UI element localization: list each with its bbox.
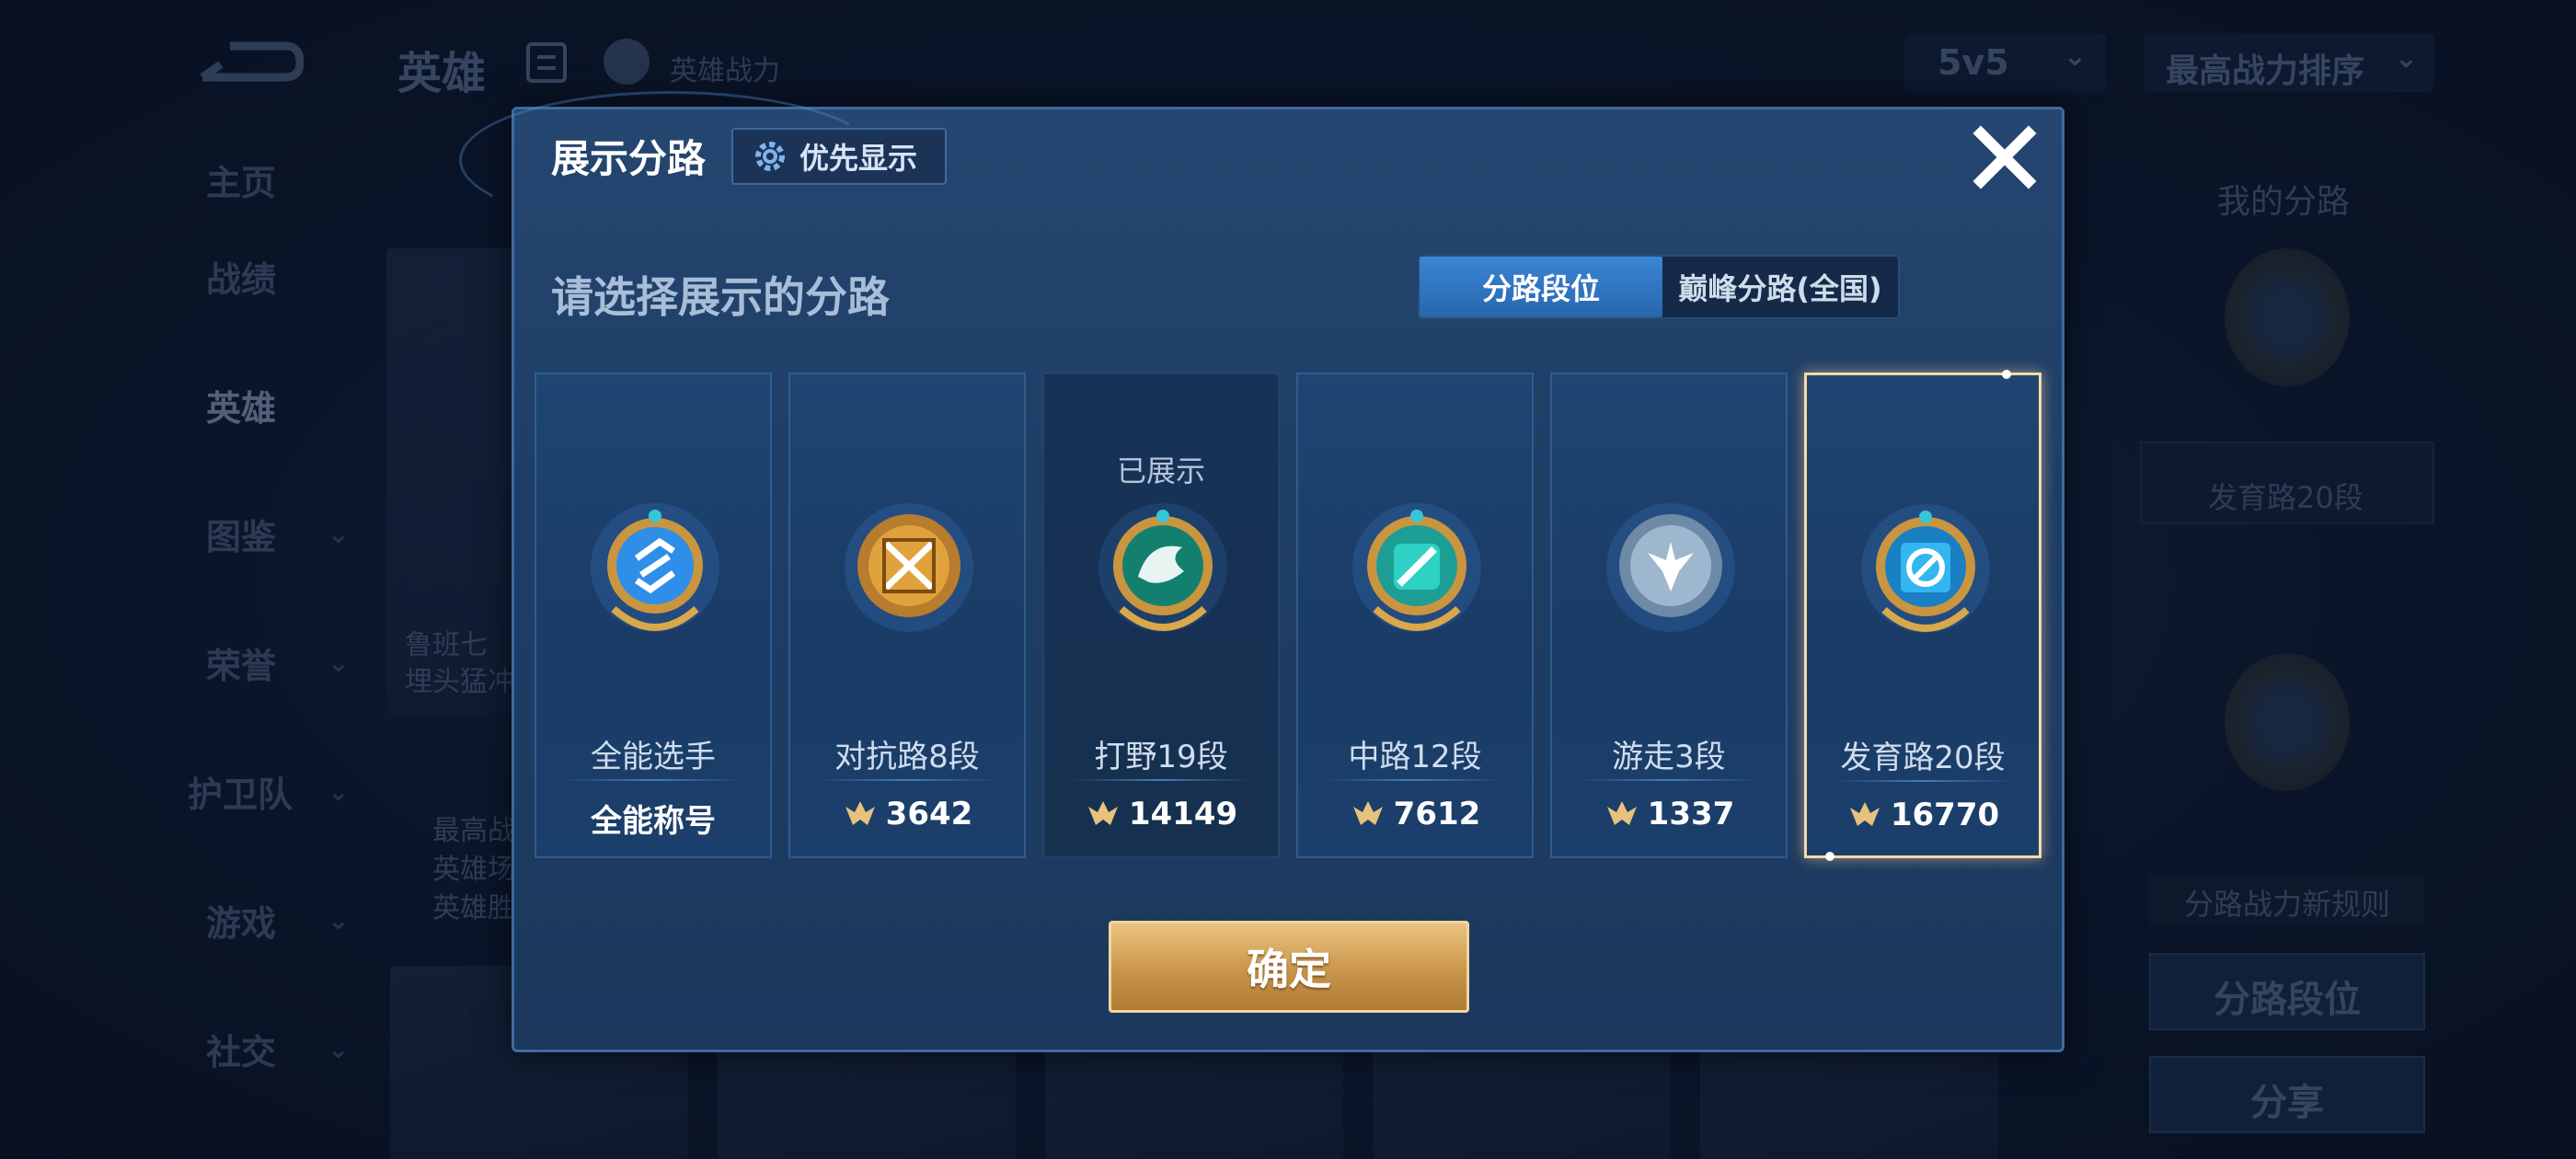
dialog-title: 展示分路 <box>551 136 707 181</box>
lane-card-value: 16770 <box>1807 797 2039 833</box>
lane-card-value: 14149 <box>1044 796 1278 832</box>
all-round-badge-icon <box>591 503 719 632</box>
lane-card-name: 发育路20段 <box>1840 740 2006 776</box>
lane-card-value-text: 3642 <box>885 796 973 832</box>
lane-card-name: 中路12段 <box>1348 739 1482 775</box>
power-icon <box>845 801 875 825</box>
priority-display-label: 优先显示 <box>799 141 918 176</box>
card-divider <box>564 779 742 781</box>
lane-card-value: 全能称号 <box>536 796 770 841</box>
lane-card-roam[interactable]: 游走3段 1337 <box>1550 373 1788 858</box>
card-divider <box>1326 779 1504 781</box>
close-icon[interactable] <box>1968 120 2041 194</box>
card-divider <box>1580 779 1758 781</box>
lane-card-name: 游走3段 <box>1612 739 1726 775</box>
dialog-subtitle: 请选择展示的分路 <box>551 272 890 322</box>
lane-card-value: 1337 <box>1552 796 1786 832</box>
lane-card-value-text: 7612 <box>1393 796 1481 832</box>
lane-card-name: 全能选手 <box>591 739 716 775</box>
lane-card-farm[interactable]: 发育路20段 16770 <box>1804 370 2041 861</box>
lane-card-value-text: 全能称号 <box>591 803 716 840</box>
lane-card-jungle[interactable]: 已展示 打野19段 14149 <box>1042 373 1280 858</box>
lane-card-name: 打野19段 <box>1094 739 1228 775</box>
lane-card-clash[interactable]: 对抗路8段 3642 <box>788 373 1026 858</box>
tab-lane-segment[interactable]: 分路段位 <box>1420 257 1662 317</box>
corner-dot <box>2002 370 2011 379</box>
farm-lane-badge-icon <box>1861 504 1990 633</box>
corner-dot <box>1825 852 1834 861</box>
lane-card-value-text: 14149 <box>1128 796 1238 832</box>
card-divider <box>1834 780 2011 782</box>
priority-display-button[interactable]: 优先显示 <box>731 128 947 185</box>
lane-card-value: 7612 <box>1298 796 1532 832</box>
card-divider <box>1072 779 1250 781</box>
lane-card-value-text: 1337 <box>1647 796 1735 832</box>
lane-cards: 全能选手 全能称号 对抗路8段 3642 已展示 打野19段 14149 中路1… <box>535 370 2043 861</box>
gear-icon <box>755 142 785 171</box>
display-lane-dialog: 展示分路 优先显示 请选择展示的分路 分路段位 巅峰分路(全国) 全能选手 全能… <box>459 91 2064 1052</box>
clash-lane-badge-icon <box>845 503 973 632</box>
card-divider <box>818 779 996 781</box>
power-icon <box>1606 801 1637 825</box>
lane-card-value-text: 16770 <box>1890 797 2000 833</box>
power-icon <box>1352 801 1383 825</box>
tab-peak-lane[interactable]: 巅峰分路(全国) <box>1662 257 1898 317</box>
lane-card-mid[interactable]: 中路12段 7612 <box>1296 373 1534 858</box>
roam-badge-icon <box>1606 503 1735 632</box>
power-icon <box>1849 802 1880 826</box>
lane-card-all-round[interactable]: 全能选手 全能称号 <box>535 373 772 858</box>
lane-card-value: 3642 <box>790 796 1024 832</box>
mid-lane-badge-icon <box>1352 503 1481 632</box>
lane-tab-switch: 分路段位 巅峰分路(全国) <box>1418 255 1900 319</box>
shown-status-label: 已展示 <box>1116 453 1205 488</box>
jungle-badge-icon <box>1098 503 1227 632</box>
confirm-button[interactable]: 确定 <box>1109 921 1469 1013</box>
power-icon <box>1087 801 1118 825</box>
lane-card-name: 对抗路8段 <box>834 739 980 775</box>
